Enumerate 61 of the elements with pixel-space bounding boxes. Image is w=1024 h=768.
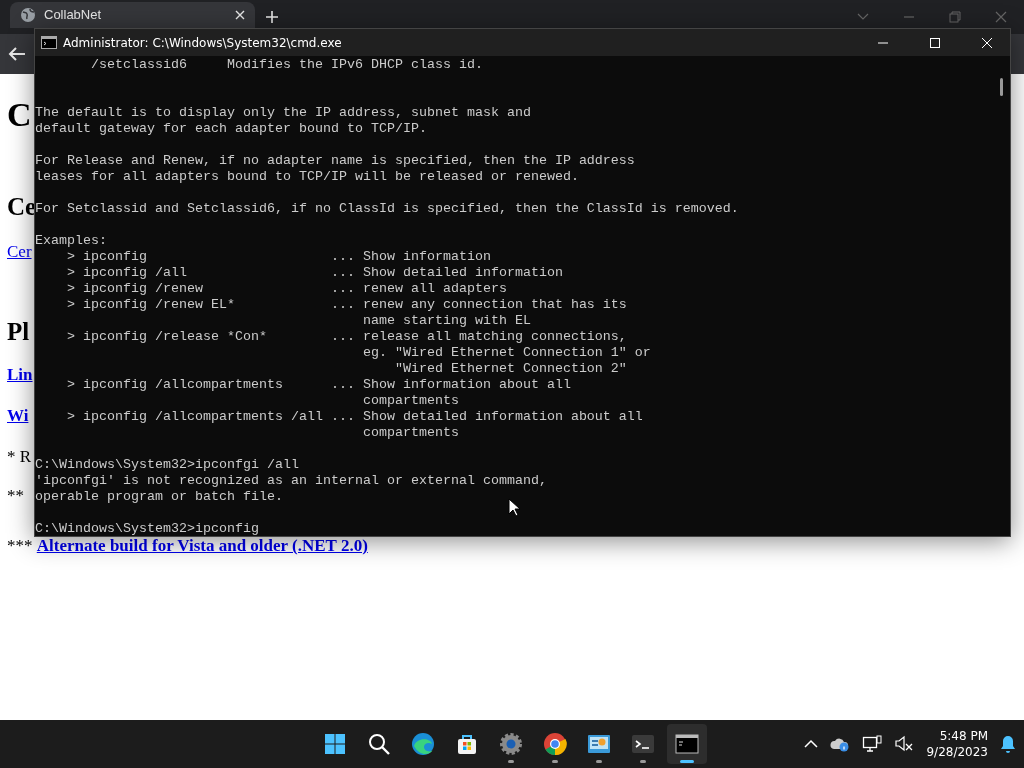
start-icon [323, 732, 347, 756]
console-line: C:\Windows\System32>ipconfig [35, 521, 259, 536]
control-panel-icon [587, 732, 611, 756]
footnote-mark: *** [7, 536, 33, 555]
console-icon [41, 36, 57, 49]
console-line: eg. "Wired Ethernet Connection 1" or [361, 345, 651, 361]
console-line: C:\Windows\System32>ipconfgi /all [35, 457, 299, 473]
shopping-bag-icon [455, 732, 479, 756]
browser-icon [543, 732, 567, 756]
console-line: For Setclassid and Setclassid6, if no ClassId is specified, then the ClassId is removed. [35, 201, 739, 217]
search-icon [367, 732, 391, 756]
console-line: > ipconfig /allcompartments ... Show information about all [66, 377, 571, 393]
notification-bell-icon[interactable] [1000, 735, 1016, 753]
console-line: compartments [361, 393, 459, 409]
terminal-icon [631, 732, 655, 756]
close-icon [981, 36, 993, 49]
console-line: name starting with EL [361, 313, 531, 329]
console-line: > ipconfig /allcompartments /all ... Show detailed information about all [66, 409, 643, 425]
console-line: compartments [361, 425, 459, 441]
console-line: > ipconfig /all ... Show detailed information [66, 265, 563, 281]
console-line: operable program or batch file. [35, 489, 283, 505]
back-icon[interactable] [8, 46, 26, 62]
section-heading: Ce [7, 193, 37, 221]
browser-icon [411, 732, 435, 756]
scrollbar-thumb[interactable] [1000, 78, 1003, 96]
maximize-icon [929, 36, 941, 49]
console-line: > ipconfig /renew ... renew all adapters [66, 281, 507, 297]
console-line: 'ipconfgi' is not recognized as an internal or external command, [35, 473, 547, 489]
clock-time[interactable]: 5:48 PM [926, 728, 988, 744]
console-line: For Release and Renew, if no adapter name is specified, then the IP address [35, 153, 635, 169]
gear-icon [499, 732, 523, 756]
console-line: default gateway for each adapter bound to TCP/IP. [35, 121, 427, 137]
console-line: "Wired Ethernet Connection 2" [393, 361, 627, 377]
globe-icon [20, 7, 36, 23]
footnote-text: ** [7, 486, 24, 506]
link[interactable]: Alternate build for Vista and older (.NET 2.0) [36, 536, 368, 555]
link[interactable]: Cer [7, 242, 32, 261]
tab-title: CollabNet [44, 6, 103, 25]
browser-tab[interactable]: CollabNet [10, 2, 255, 28]
console-line: > ipconfig ... Show information [66, 249, 491, 265]
page-heading: C [7, 96, 32, 133]
console-line: > ipconfig /renew EL* ... renew any connection that has its [66, 297, 627, 313]
clock-date[interactable]: 9/28/2023 [926, 744, 988, 760]
link[interactable]: Wi [7, 406, 29, 425]
chevron-up-icon[interactable] [804, 739, 819, 749]
console-line: > ipconfig /release *Con* ... release all matching connections, [66, 329, 627, 345]
console-line: /setclassid6 Modifies the IPv6 DHCP class id. [90, 57, 483, 73]
console-line: The default is to display only the IP address, subnet mask and [35, 105, 531, 121]
taskbar-button[interactable] [667, 724, 707, 764]
footnote-text: * R [7, 447, 32, 467]
console-icon [675, 732, 699, 756]
cloud-icon[interactable] [830, 736, 851, 752]
window-title: Administrator: C:\Windows\System32\cmd.exe [63, 34, 342, 52]
network-icon[interactable] [862, 735, 883, 753]
volume-muted-icon[interactable] [894, 735, 915, 753]
console-line: Examples: [35, 233, 107, 249]
new-tab-icon[interactable] [265, 10, 279, 24]
link[interactable]: Lin [7, 365, 33, 384]
console-line: leases for all adapters bound to TCP/IP will be released or renewed. [35, 169, 579, 185]
section-heading: Pl [7, 318, 30, 346]
mouse-cursor-icon [508, 498, 520, 517]
